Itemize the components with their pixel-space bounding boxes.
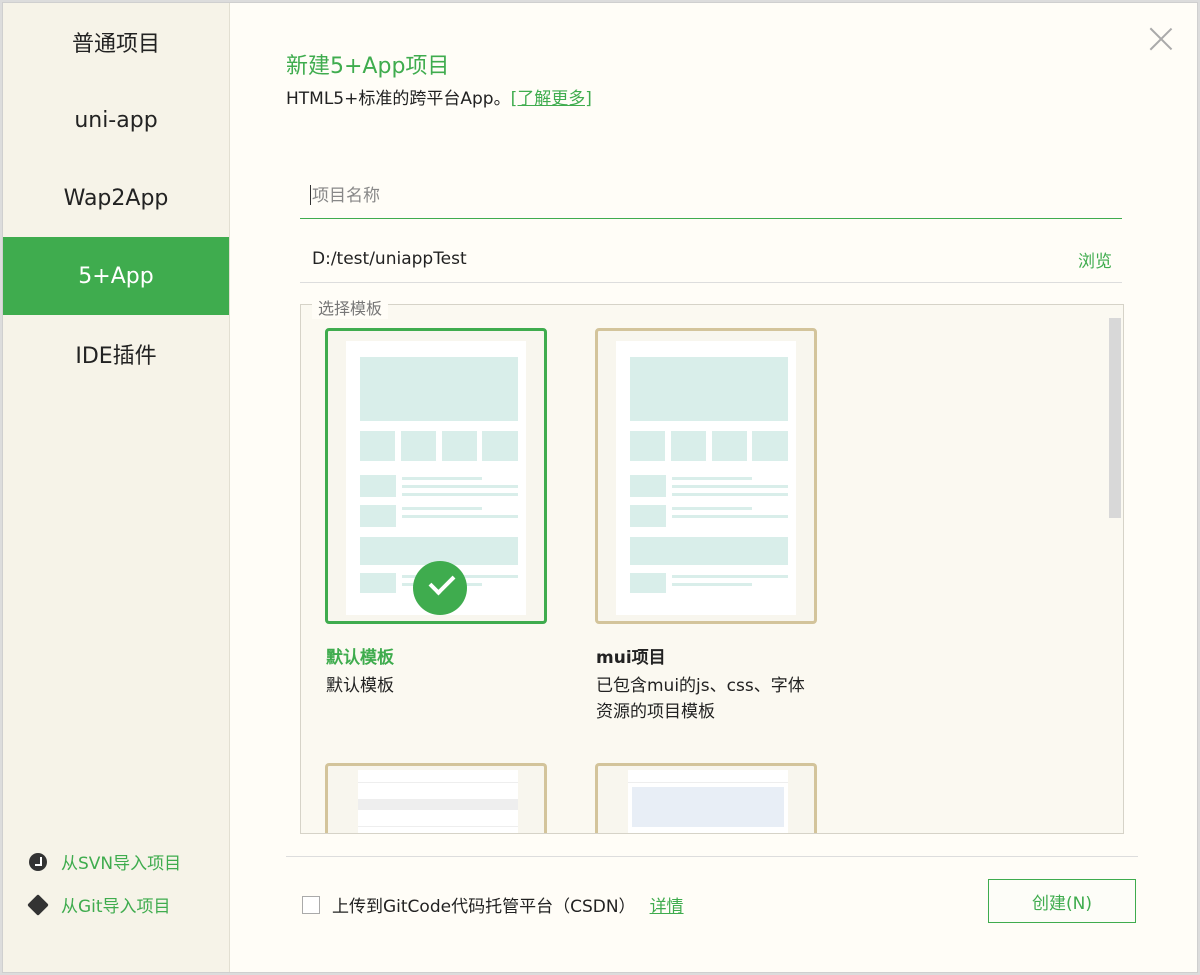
- page-title: 新建5+App项目: [286, 54, 450, 79]
- template-legend: 选择模板: [312, 295, 389, 319]
- upload-label: 上传到GitCode代码托管平台（CSDN）: [332, 897, 636, 917]
- template-desc-mui-line2: 资源的项目模板: [596, 702, 715, 722]
- upload-checkbox[interactable]: [302, 895, 320, 914]
- template-desc-mui: 已包含mui的js、css、字体 资源的项目模板: [596, 673, 805, 725]
- project-name-field[interactable]: [300, 172, 1136, 220]
- import-svn-link[interactable]: 从SVN导入项目: [29, 849, 181, 874]
- sidebar-item-wap2app[interactable]: Wap2App: [3, 159, 229, 237]
- close-icon[interactable]: [1149, 27, 1173, 51]
- template-preview: [628, 770, 788, 833]
- template-desc-mui-line1: 已包含mui的js、css、字体: [596, 676, 805, 696]
- sidebar: 普通项目 uni-app Wap2App 5+App IDE插件 从SVN导入项…: [3, 3, 230, 972]
- template-card-tab[interactable]: [595, 763, 817, 833]
- template-title-mui: mui项目: [596, 648, 666, 668]
- git-icon: [27, 893, 49, 916]
- template-card-login[interactable]: [325, 763, 547, 833]
- project-name-input[interactable]: [300, 172, 1136, 220]
- subtitle-text: HTML5+标准的跨平台App。: [286, 89, 511, 109]
- sidebar-item-uni-app[interactable]: uni-app: [3, 81, 229, 159]
- template-scrollbar[interactable]: [1109, 318, 1121, 518]
- import-svn-label: 从SVN导入项目: [61, 854, 182, 874]
- template-card-mui[interactable]: [595, 328, 817, 624]
- create-button[interactable]: 创建(N): [988, 879, 1136, 923]
- template-title-default: 默认模板: [326, 648, 394, 668]
- upload-option: 上传到GitCode代码托管平台（CSDN） 详情: [302, 892, 684, 917]
- import-git-label: 从Git导入项目: [61, 897, 171, 917]
- bottom-divider: [286, 856, 1138, 857]
- project-path[interactable]: D:/test/uniappTest: [300, 249, 467, 269]
- sidebar-item-5plus-app[interactable]: 5+App: [3, 237, 229, 315]
- project-path-row: D:/test/uniappTest 浏览: [300, 236, 1122, 283]
- sidebar-item-ide-plugin[interactable]: IDE插件: [3, 315, 229, 393]
- template-preview: [616, 341, 796, 615]
- template-desc-default: 默认模板: [326, 676, 394, 696]
- selected-check-icon: [413, 561, 467, 615]
- text-caret: [310, 185, 311, 205]
- browse-button[interactable]: 浏览: [1078, 247, 1122, 272]
- template-preview: [358, 770, 518, 833]
- import-git-link[interactable]: 从Git导入项目: [27, 892, 171, 917]
- sidebar-item-normal-project[interactable]: 普通项目: [3, 3, 229, 81]
- details-link[interactable]: 详情: [650, 892, 684, 917]
- page-subtitle: HTML5+标准的跨平台App。[了解更多]: [286, 84, 592, 109]
- svn-icon: [29, 852, 47, 871]
- learn-more-link[interactable]: [了解更多]: [511, 89, 592, 109]
- template-card-default[interactable]: [325, 328, 547, 624]
